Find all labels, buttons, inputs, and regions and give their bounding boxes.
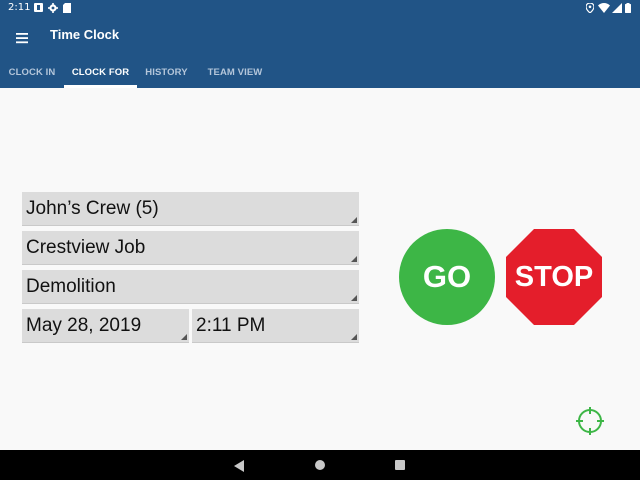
job-select-value: Crestview Job <box>26 237 146 258</box>
status-icons-right <box>585 2 635 15</box>
active-tab-indicator <box>64 85 137 88</box>
date-picker[interactable]: May 28, 2019 <box>22 309 189 343</box>
go-button[interactable]: GO <box>399 229 495 325</box>
crew-select-value: John’s Crew (5) <box>26 198 159 219</box>
tab-clock-for[interactable]: CLOCK FOR <box>64 56 137 88</box>
signal-icon <box>612 3 622 13</box>
dropdown-corner-icon <box>351 256 357 262</box>
time-picker-value: 2:11 PM <box>196 315 266 336</box>
app-bar: Time Clock CLOCK IN CLOCK FOR HISTORY TE… <box>0 17 640 88</box>
dropdown-corner-icon <box>181 334 187 340</box>
location-target-icon[interactable] <box>576 407 604 435</box>
home-icon[interactable] <box>315 460 325 470</box>
battery-icon <box>625 3 635 13</box>
sd-card-icon <box>63 3 73 13</box>
tab-history[interactable]: HISTORY <box>137 56 196 88</box>
job-select[interactable]: Crestview Job <box>22 231 359 265</box>
task-select[interactable]: Demolition <box>22 270 359 304</box>
dropdown-corner-icon <box>351 295 357 301</box>
date-picker-value: May 28, 2019 <box>26 315 142 336</box>
dropdown-corner-icon <box>351 217 357 223</box>
wifi-icon <box>598 3 610 14</box>
recents-icon[interactable] <box>395 460 405 470</box>
crew-select[interactable]: John’s Crew (5) <box>22 192 359 226</box>
tab-team-view[interactable]: TEAM VIEW <box>196 56 274 88</box>
stop-button-label: STOP <box>514 261 594 293</box>
back-icon[interactable] <box>234 459 244 477</box>
stop-button[interactable]: STOP <box>506 229 602 325</box>
system-nav-bar <box>0 450 640 480</box>
status-time: 2:11 <box>8 2 31 13</box>
time-picker[interactable]: 2:11 PM <box>192 309 359 343</box>
notification-icon <box>34 3 44 13</box>
settings-icon <box>48 3 58 13</box>
location-icon <box>585 2 596 14</box>
tab-bar: CLOCK IN CLOCK FOR HISTORY TEAM VIEW <box>0 56 640 88</box>
tab-clock-in[interactable]: CLOCK IN <box>0 56 64 88</box>
hamburger-menu-icon[interactable] <box>12 28 32 48</box>
task-select-value: Demolition <box>26 276 116 297</box>
dropdown-corner-icon <box>351 334 357 340</box>
status-bar: 2:11 <box>0 0 640 17</box>
app-title: Time Clock <box>50 27 120 42</box>
